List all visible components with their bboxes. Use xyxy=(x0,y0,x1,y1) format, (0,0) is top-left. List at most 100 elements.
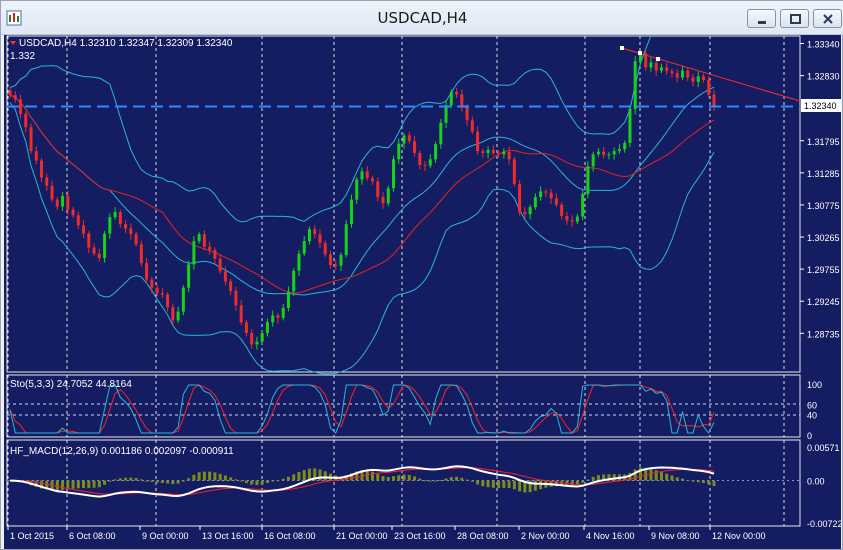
candle-body xyxy=(407,135,411,142)
macd-histogram-bar xyxy=(581,480,585,483)
candle-body xyxy=(497,153,501,155)
candle-body xyxy=(565,215,569,221)
candles xyxy=(8,49,716,350)
stoch-signal-line xyxy=(9,384,715,434)
candle-body xyxy=(491,149,495,154)
candle-body xyxy=(239,305,243,323)
stoch-panel-header: Sto(5,3,3) 24.7052 44.8164 xyxy=(10,379,132,390)
restore-icon xyxy=(790,14,801,24)
trendline-anchor[interactable] xyxy=(620,46,624,50)
candle-body xyxy=(234,290,238,306)
candle-body xyxy=(586,166,590,194)
price-tick-label: 1.31795 xyxy=(807,137,840,147)
candle-body xyxy=(617,149,621,152)
macd-histogram-bar xyxy=(649,468,653,481)
stoch-tick-label: 40 xyxy=(807,411,817,421)
chart-canvas[interactable]: USDCAD,H4 1.32310 1.32347 1.32309 1.3234… xyxy=(4,9,843,549)
macd-histogram-bar xyxy=(192,474,196,481)
time-tick-label: 6 Oct 08:00 xyxy=(69,531,116,541)
chart-menu-arrow-icon[interactable] xyxy=(10,41,16,45)
price-axis[interactable]: 1.33340 1.32830 1.31795 1.31285 1.30775 1.302… xyxy=(800,40,840,340)
macd-histogram-bar xyxy=(234,479,238,481)
macd-histogram-bar xyxy=(176,480,180,484)
candle-body xyxy=(360,171,364,180)
macd-histogram-bar xyxy=(265,480,269,483)
candle-body xyxy=(591,154,595,167)
candle-body xyxy=(192,241,196,265)
macd-histogram-bar xyxy=(591,476,595,481)
candle-body xyxy=(560,204,564,216)
trendline-anchor[interactable] xyxy=(638,51,642,55)
time-tick-label: 13 Oct 16:00 xyxy=(202,531,254,541)
trendline[interactable] xyxy=(621,47,801,102)
macd-histogram-bar xyxy=(392,476,396,481)
candle-body xyxy=(250,333,254,345)
macd-histogram-bar xyxy=(108,480,112,482)
macd-histogram-bar xyxy=(481,480,485,487)
chart-area[interactable]: USDCAD,H4 1.32310 1.32347 1.32309 1.3234… xyxy=(4,9,843,549)
candle-body xyxy=(40,160,44,178)
candle-body xyxy=(465,107,469,121)
macd-histogram-bar xyxy=(276,480,280,482)
candle-body xyxy=(712,94,716,107)
bollinger-upper-band xyxy=(9,9,715,223)
macd-histogram-bar xyxy=(397,475,401,481)
candle-body xyxy=(50,185,54,200)
restore-button[interactable] xyxy=(780,9,809,28)
macd-histogram-bar xyxy=(323,471,327,481)
candle-body xyxy=(349,199,353,225)
trendline-anchor[interactable] xyxy=(656,57,660,61)
candle-body xyxy=(103,233,107,259)
candle-body xyxy=(434,144,438,160)
macd-histogram-bar xyxy=(260,480,264,485)
macd-histogram-bar xyxy=(71,480,75,489)
bollinger-lower-band xyxy=(9,102,715,375)
window-title: USDCAD,H4 xyxy=(377,9,468,27)
candle-body xyxy=(371,178,375,182)
macd-histogram-bar xyxy=(444,478,448,481)
candle-body xyxy=(229,281,233,291)
price-top-value: 1.332 xyxy=(10,51,35,62)
macd-histogram-bar xyxy=(533,480,537,491)
candle-body xyxy=(507,151,511,160)
price-tick-label: 1.33340 xyxy=(807,40,840,50)
chart-window: USDCAD,H4 USDCAD,H4 1.32310 1.32347 1.32… xyxy=(0,0,843,550)
time-tick-label: 4 Nov 16:00 xyxy=(586,531,635,541)
candle-body xyxy=(145,263,149,280)
candle-body xyxy=(701,76,705,81)
macd-histogram-bar xyxy=(428,480,432,482)
candle-body xyxy=(265,322,269,334)
candle-body xyxy=(344,224,348,255)
candle-body xyxy=(334,265,338,267)
candle-body xyxy=(13,95,17,100)
macd-histogram-bar xyxy=(701,480,705,483)
macd-histogram-bar xyxy=(155,480,159,483)
stoch-level-lines xyxy=(7,403,800,416)
candle-body xyxy=(45,177,49,186)
macd-tick-label: 0.00571 xyxy=(807,443,840,453)
candle-body xyxy=(260,333,264,342)
candle-body xyxy=(696,76,700,82)
candle-body xyxy=(87,233,91,248)
title-bar[interactable]: USDCAD,H4 xyxy=(1,1,843,35)
candle-body xyxy=(202,234,206,247)
price-tick-label: 1.32830 xyxy=(807,72,840,82)
minimize-button[interactable] xyxy=(747,9,776,28)
macd-histogram-bar xyxy=(218,473,222,481)
macd-histogram-bar xyxy=(255,480,259,486)
candle-body xyxy=(176,311,180,321)
candle-body xyxy=(339,254,343,266)
time-tick-label: 1 Oct 2015 xyxy=(10,531,54,541)
time-axis[interactable]: 1 Oct 2015 6 Oct 08:00 9 Oct 00:00 13 Oct 1… xyxy=(7,526,766,541)
candle-body xyxy=(581,193,585,217)
candle-body xyxy=(402,135,406,144)
close-button[interactable] xyxy=(813,9,842,28)
candle-body xyxy=(208,246,212,250)
candle-body xyxy=(680,70,684,78)
time-tick-label: 28 Oct 08:00 xyxy=(457,531,509,541)
candle-body xyxy=(455,91,459,95)
candle-body xyxy=(160,293,164,295)
candle-body xyxy=(528,207,532,215)
macd-histogram-bar xyxy=(497,480,501,489)
candle-body xyxy=(187,264,191,288)
